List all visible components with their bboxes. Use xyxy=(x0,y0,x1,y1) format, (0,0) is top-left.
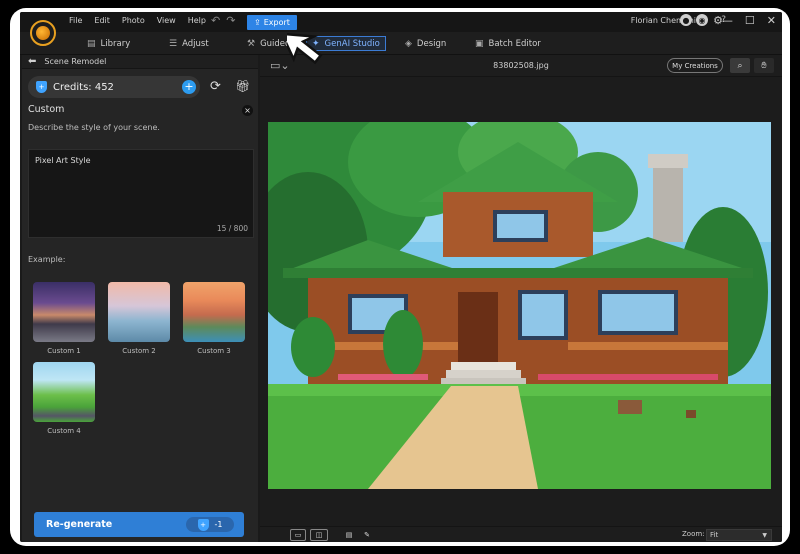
add-credits-button[interactable]: + xyxy=(182,80,196,94)
description-text: Describe the style of your scene. xyxy=(28,123,160,132)
hand-pan-icon[interactable]: ✋︎ xyxy=(754,58,774,73)
tab-label: Batch Editor xyxy=(488,38,541,49)
minimize-icon[interactable]: — xyxy=(722,14,733,27)
example-thumbnail xyxy=(108,282,170,342)
prompt-text: Pixel Art Style xyxy=(35,156,91,165)
zoom-value: Fit xyxy=(710,531,719,539)
example-custom-4[interactable]: Custom 4 xyxy=(33,362,95,435)
tab-label: GenAI Studio xyxy=(324,38,380,49)
menu-help[interactable]: Help xyxy=(188,16,206,25)
search-zoom-icon[interactable]: ⌕ xyxy=(730,58,750,73)
credits-label: Credits: 452 xyxy=(53,81,114,93)
credit-shield-icon: + xyxy=(36,81,47,93)
example-custom-2[interactable]: Custom 2 xyxy=(108,282,170,355)
regenerate-cost-badge: + -1 xyxy=(186,517,234,532)
title-bar: File Edit Photo View Help ↶ ↷ ⇪ Export F… xyxy=(20,12,782,32)
close-section-icon[interactable]: × xyxy=(242,105,253,116)
maximize-icon[interactable]: ☐ xyxy=(745,14,755,27)
brush-icon[interactable]: ✎ xyxy=(360,529,374,541)
cost-value: -1 xyxy=(214,520,223,529)
compare-view-icon[interactable]: ◫ xyxy=(310,529,328,541)
menu-bar: File Edit Photo View Help xyxy=(69,16,206,25)
menu-file[interactable]: File xyxy=(69,16,82,25)
tab-label: Adjust xyxy=(182,38,209,49)
example-thumbnail xyxy=(183,282,245,342)
my-creations-button[interactable]: My Creations xyxy=(667,58,723,73)
title-icons: ● ◉ ⚙ xyxy=(680,14,724,27)
logo-icon xyxy=(36,26,50,40)
section-title: Custom xyxy=(28,104,65,115)
credit-shield-icon: + xyxy=(197,518,209,531)
menu-photo[interactable]: Photo xyxy=(122,16,145,25)
char-counter: 15 / 800 xyxy=(216,224,248,233)
example-custom-3[interactable]: Custom 3 xyxy=(183,282,245,355)
panel-header: ⬅ Scene Remodel xyxy=(22,55,258,69)
refresh-icon[interactable]: ⟳ xyxy=(210,79,221,94)
tab-library[interactable]: ▤ Library xyxy=(82,36,135,51)
tab-label: Design xyxy=(416,38,447,49)
account-icon[interactable]: ● xyxy=(680,14,692,26)
image-viewer: ▭⌄ 83802508.jpg My Creations ⌕ ✋︎ ▭ ◫ ▤ … xyxy=(260,55,782,542)
chevron-down-icon: ▼ xyxy=(762,531,767,539)
app-logo xyxy=(30,20,56,46)
mouse-cursor-icon xyxy=(287,32,323,65)
tab-label: Library xyxy=(100,38,131,49)
zoom-select[interactable]: Fit ▼ xyxy=(706,529,772,541)
regenerate-button[interactable]: Re-generate + -1 xyxy=(34,512,244,537)
example-caption: Custom 3 xyxy=(197,347,231,355)
close-window-icon[interactable]: ✕ xyxy=(767,14,776,27)
tab-batch-editor[interactable]: ▣ Batch Editor xyxy=(470,36,546,51)
example-label: Example: xyxy=(28,255,66,264)
sliders-icon: ☰ xyxy=(169,38,178,49)
example-caption: Custom 1 xyxy=(47,347,81,355)
credits-pill: + Credits: 452 + xyxy=(28,76,200,98)
example-custom-1[interactable]: Custom 1 xyxy=(33,282,95,355)
prompt-textarea[interactable]: Pixel Art Style 15 / 800 xyxy=(28,149,254,238)
split-view-icon[interactable]: ▤ xyxy=(342,529,356,541)
undo-icon[interactable]: ↶ xyxy=(211,14,220,27)
panel-title: Scene Remodel xyxy=(44,57,107,66)
example-caption: Custom 4 xyxy=(47,427,81,435)
zoom-label: Zoom: xyxy=(682,530,705,538)
single-view-icon[interactable]: ▭ xyxy=(290,529,306,541)
notification-icon[interactable]: ◉ xyxy=(696,14,708,26)
back-arrow-icon[interactable]: ⬅ xyxy=(28,56,36,67)
example-thumbnail xyxy=(33,362,95,422)
gift-icon[interactable]: 🎁︎ xyxy=(235,79,250,93)
tab-label: Guided xyxy=(260,38,291,49)
pixel-art-image xyxy=(268,122,771,489)
mode-tabs: ▤ Library ☰ Adjust ⚒ Guided ✦ GenAI Stud… xyxy=(20,32,782,55)
undo-redo: ↶ ↷ xyxy=(211,14,235,27)
scene-remodel-panel: ⬅ Scene Remodel + Credits: 452 + ⟳ 🎁︎ Cu… xyxy=(22,55,258,542)
export-icon: ⇪ xyxy=(254,18,261,27)
window-controls: — ☐ ✕ xyxy=(722,14,776,27)
tab-adjust[interactable]: ☰ Adjust xyxy=(164,36,214,51)
house-illustration xyxy=(268,122,771,489)
redo-icon[interactable]: ↷ xyxy=(226,14,235,27)
menu-edit[interactable]: Edit xyxy=(94,16,110,25)
viewer-toolbar: ▭⌄ 83802508.jpg My Creations ⌕ ✋︎ xyxy=(260,55,782,77)
app-window: File Edit Photo View Help ↶ ↷ ⇪ Export F… xyxy=(20,12,782,542)
example-caption: Custom 2 xyxy=(122,347,156,355)
design-icon: ◈ xyxy=(405,38,412,49)
regenerate-label: Re-generate xyxy=(46,519,113,530)
tab-design[interactable]: ◈ Design xyxy=(400,36,451,51)
export-label: Export xyxy=(263,18,290,27)
batch-icon: ▣ xyxy=(475,38,484,49)
library-icon: ▤ xyxy=(87,38,96,49)
example-thumbnail xyxy=(33,282,95,342)
menu-view[interactable]: View xyxy=(157,16,176,25)
viewer-bottom-bar: ▭ ◫ ▤ ✎ Zoom: Fit ▼ xyxy=(260,526,782,542)
wand-icon: ⚒ xyxy=(247,38,256,49)
